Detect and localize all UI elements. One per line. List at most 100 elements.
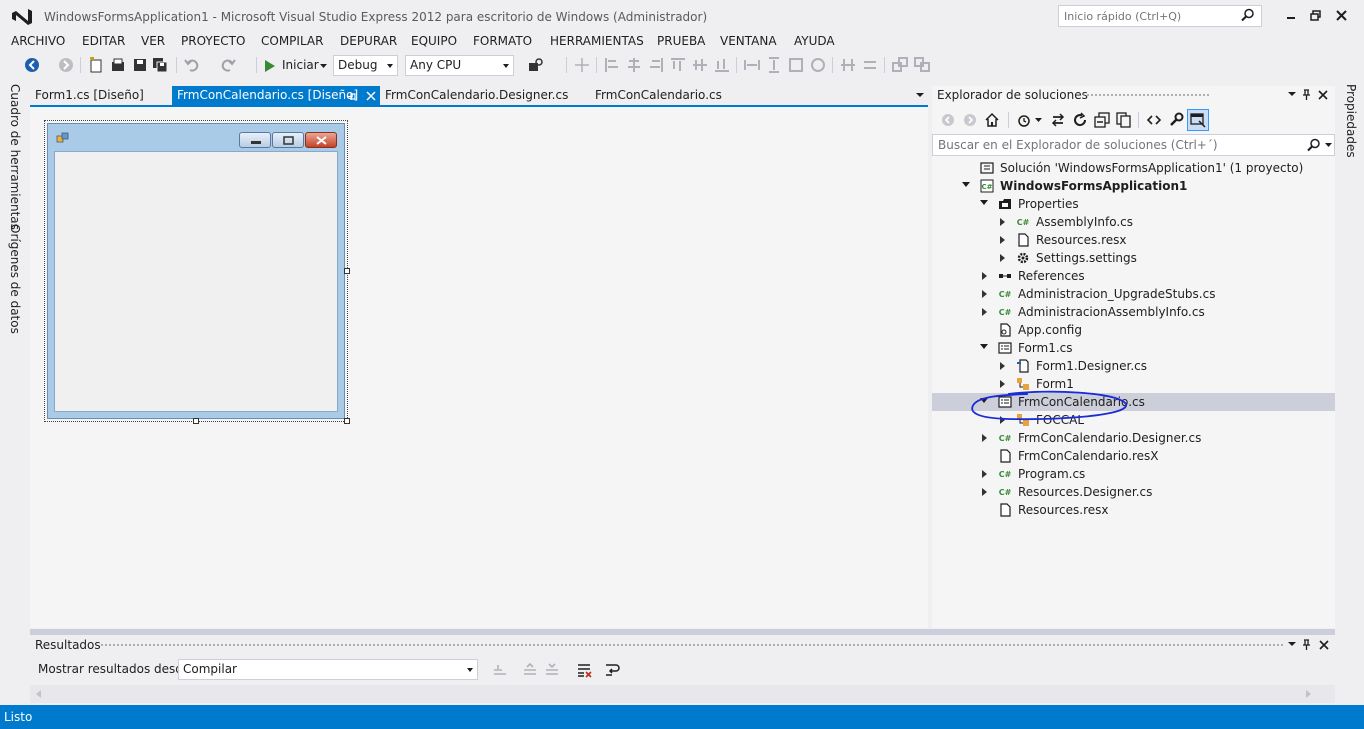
save-icon[interactable]: [132, 57, 148, 73]
tree-item[interactable]: References: [932, 267, 1335, 285]
output-source-select[interactable]: Compilar: [178, 659, 478, 680]
tab-frmconcalendario-designer-cs[interactable]: FrmConCalendario.Designer.cs: [380, 86, 573, 106]
make-same-size-icon[interactable]: [788, 57, 804, 73]
align-middles-icon[interactable]: [692, 57, 708, 73]
chevron-down-icon[interactable]: [1035, 118, 1042, 122]
restore-button[interactable]: [1304, 6, 1326, 24]
close-icon[interactable]: [1318, 90, 1328, 100]
refresh-icon[interactable]: [1072, 112, 1088, 128]
quick-launch-input[interactable]: [1059, 6, 1239, 26]
tree-item[interactable]: C# AssemblyInfo.cs: [932, 213, 1335, 231]
undo-icon[interactable]: [184, 57, 200, 73]
pin-icon[interactable]: [1302, 639, 1311, 650]
menu-herramientas[interactable]: HERRAMIENTAS: [550, 34, 644, 48]
expand-closed-icon[interactable]: [982, 272, 987, 280]
expand-closed-icon[interactable]: [982, 488, 987, 496]
search-icon[interactable]: [1241, 8, 1255, 22]
align-rights-icon[interactable]: [648, 57, 664, 73]
toggle-word-wrap-icon[interactable]: [604, 662, 620, 678]
make-same-height-icon[interactable]: [766, 57, 782, 73]
send-to-back-icon[interactable]: [914, 57, 930, 73]
align-bottoms-icon[interactable]: [714, 57, 730, 73]
quick-launch-box[interactable]: [1058, 5, 1262, 27]
align-to-grid-icon[interactable]: [574, 57, 590, 73]
expand-closed-icon[interactable]: [982, 308, 987, 316]
menu-ver[interactable]: VER: [141, 34, 165, 48]
tab-form1-design[interactable]: Form1.cs [Diseño]: [30, 86, 149, 106]
tree-item[interactable]: Form1.cs: [932, 339, 1335, 357]
tree-item[interactable]: Resources.resx: [932, 231, 1335, 249]
align-tops-icon[interactable]: [670, 57, 686, 73]
solution-search-input[interactable]: [933, 135, 1293, 155]
collapse-all-icon[interactable]: [1094, 112, 1110, 128]
form-client-area[interactable]: [54, 151, 338, 412]
home-icon[interactable]: [984, 112, 1000, 128]
tree-item[interactable]: C# Resources.Designer.cs: [932, 483, 1335, 501]
save-all-icon[interactable]: [152, 57, 168, 73]
expand-closed-icon[interactable]: [982, 470, 987, 478]
expand-open-icon[interactable]: [980, 344, 988, 349]
resize-handle-bottom[interactable]: [193, 418, 199, 424]
tree-item[interactable]: C# FrmConCalendario.Designer.cs: [932, 429, 1335, 447]
expand-closed-icon[interactable]: [1000, 218, 1005, 226]
scroll-right-icon[interactable]: [1306, 690, 1311, 698]
pin-icon[interactable]: [1302, 89, 1311, 100]
expand-open-icon[interactable]: [962, 182, 970, 187]
designed-form-window[interactable]: [47, 123, 345, 419]
open-file-icon[interactable]: [110, 57, 126, 73]
expand-closed-icon[interactable]: [982, 290, 987, 298]
solution-configuration-select[interactable]: Debug: [333, 55, 398, 76]
minimize-button[interactable]: [1280, 6, 1302, 24]
bring-to-front-icon[interactable]: [892, 57, 908, 73]
back-icon[interactable]: [940, 112, 956, 128]
align-centers-icon[interactable]: [626, 57, 642, 73]
output-horizontal-scrollbar[interactable]: [30, 685, 1335, 703]
vertical-spacing-icon[interactable]: [862, 57, 878, 73]
menu-prueba[interactable]: PRUEBA: [657, 34, 705, 48]
properties-tab[interactable]: Propiedades: [1344, 84, 1358, 158]
tree-item[interactable]: Properties: [932, 195, 1335, 213]
size-to-grid-icon[interactable]: [810, 57, 826, 73]
close-icon[interactable]: [1319, 640, 1329, 650]
tree-item[interactable]: Settings.settings: [932, 249, 1335, 267]
menu-compilar[interactable]: COMPILAR: [261, 34, 323, 48]
menu-depurar[interactable]: DEPURAR: [340, 34, 397, 48]
horizontal-spacing-icon[interactable]: [840, 57, 856, 73]
tree-item[interactable]: C# Program.cs: [932, 465, 1335, 483]
tab-overflow-dropdown-icon[interactable]: [916, 93, 924, 98]
tree-item[interactable]: C# AdministracionAssemblyInfo.cs: [932, 303, 1335, 321]
find-message-in-code-icon[interactable]: [492, 662, 508, 678]
scroll-left-icon[interactable]: [36, 690, 41, 698]
menu-ventana[interactable]: VENTANA: [720, 34, 777, 48]
find-in-files-icon[interactable]: [528, 57, 544, 73]
menu-formato[interactable]: FORMATO: [473, 34, 532, 48]
solution-search-box[interactable]: [932, 134, 1335, 156]
redo-icon[interactable]: [220, 57, 236, 73]
resize-handle-right[interactable]: [344, 268, 350, 274]
tree-item[interactable]: Resources.resx: [932, 501, 1335, 519]
tree-item[interactable]: C# WindowsFormsApplication1: [932, 177, 1335, 195]
toolbox-tab[interactable]: Cuadro de herramientas: [8, 84, 22, 230]
menu-ayuda[interactable]: AYUDA: [794, 34, 835, 48]
expand-closed-icon[interactable]: [1000, 362, 1005, 370]
close-tab-icon[interactable]: [366, 91, 376, 101]
sync-with-active-document-icon[interactable]: [1050, 112, 1066, 128]
pending-changes-filter-icon[interactable]: [1016, 112, 1032, 128]
expand-open-icon[interactable]: [980, 200, 988, 205]
clear-all-icon[interactable]: [576, 662, 592, 678]
next-message-icon[interactable]: [544, 662, 560, 678]
show-all-files-icon[interactable]: [1116, 112, 1132, 128]
chevron-down-icon[interactable]: [1288, 92, 1296, 97]
previous-message-icon[interactable]: [522, 662, 538, 678]
data-sources-tab[interactable]: Orígenes de datos: [8, 224, 22, 334]
close-window-button[interactable]: [1330, 6, 1352, 24]
align-lefts-icon[interactable]: [604, 57, 620, 73]
form-minimize-button[interactable]: [239, 132, 271, 148]
properties-wrench-icon[interactable]: [1168, 112, 1184, 128]
new-project-icon[interactable]: [88, 57, 104, 73]
expand-closed-icon[interactable]: [1000, 254, 1005, 262]
tab-frmconcalendario-cs[interactable]: FrmConCalendario.cs: [590, 86, 727, 106]
tree-item[interactable]: FrmConCalendario.resX: [932, 447, 1335, 465]
resize-handle-bottom-right[interactable]: [344, 418, 350, 424]
menu-editar[interactable]: EDITAR: [82, 34, 125, 48]
